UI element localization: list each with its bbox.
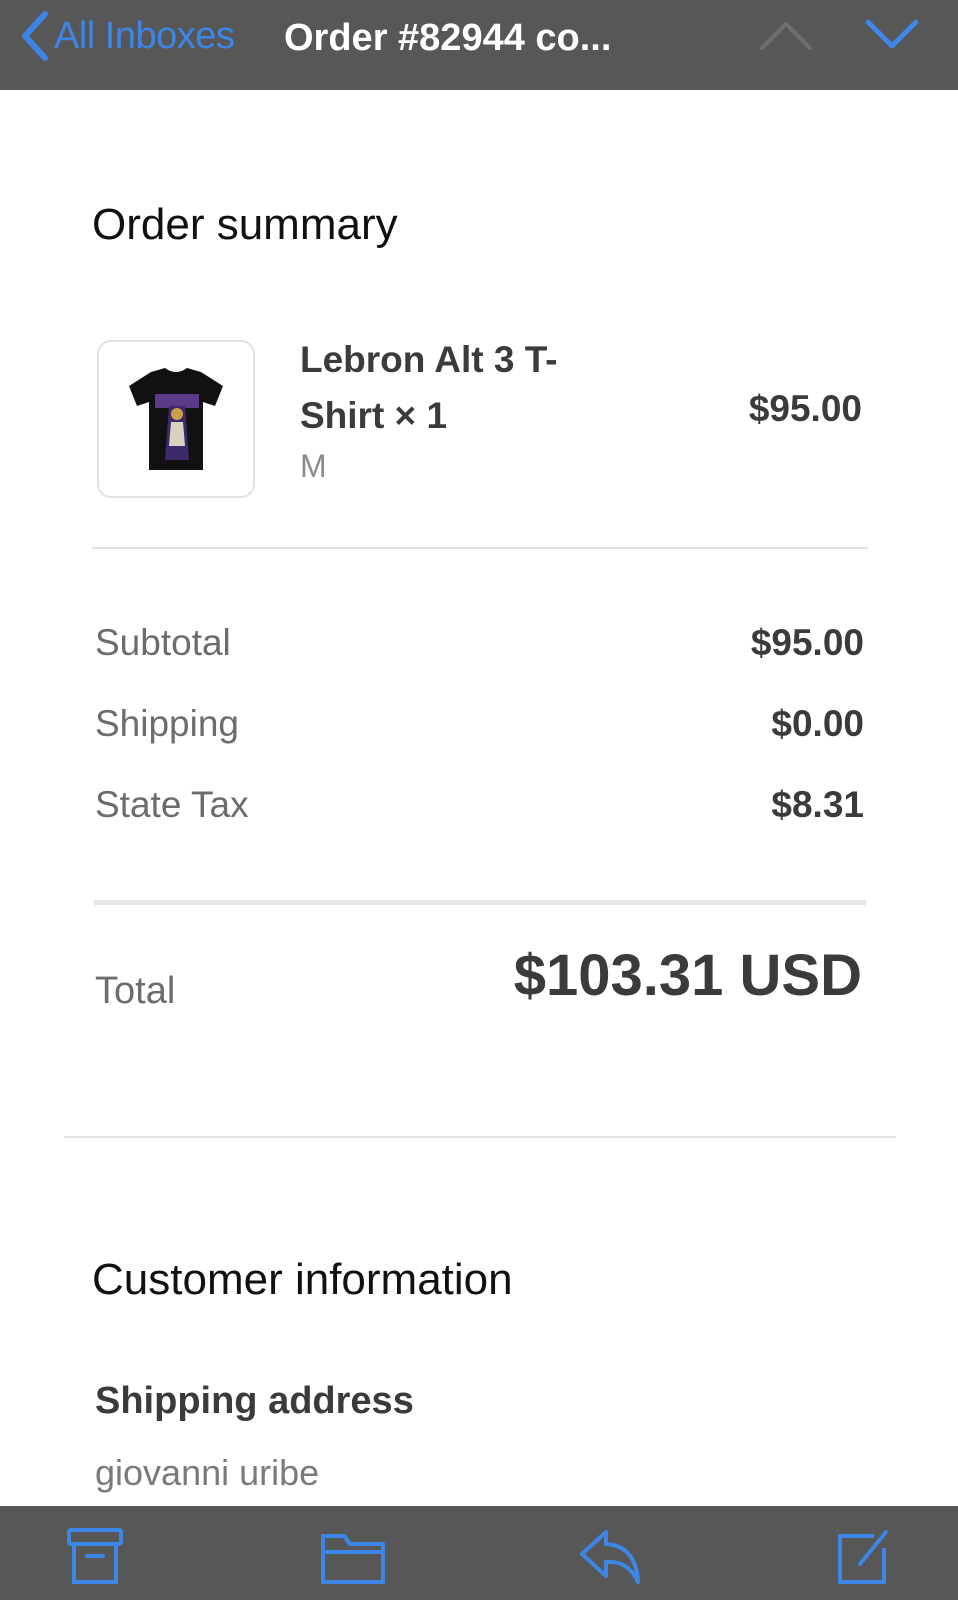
previous-message-button[interactable] [758, 14, 814, 59]
tshirt-image-icon [129, 368, 223, 470]
shipping-address-name: giovanni uribe [95, 1452, 320, 1493]
back-button[interactable]: All Inboxes [20, 6, 235, 66]
total-currency: USD [739, 943, 862, 1008]
move-to-folder-button[interactable] [320, 1526, 386, 1591]
divider [92, 547, 868, 549]
bottom-toolbar [0, 1506, 958, 1600]
email-body: Order summary Lebron Alt 3 T-Shirt × 1 M… [0, 90, 958, 1506]
state-tax-value: $8.31 [771, 784, 864, 825]
order-summary-title: Order summary [92, 200, 398, 249]
archive-button[interactable] [66, 1526, 124, 1591]
subtotal-label: Subtotal [95, 622, 231, 663]
customer-information-title: Customer information [92, 1255, 513, 1304]
folder-icon [321, 1534, 385, 1584]
shipping-label: Shipping [95, 703, 240, 744]
total-value: $103.31 [513, 943, 724, 1008]
shipping-value: $0.00 [771, 703, 864, 744]
chevron-down-icon [865, 19, 919, 49]
next-message-button[interactable] [864, 14, 920, 59]
product-thumbnail [97, 340, 255, 498]
compose-icon [838, 1530, 888, 1584]
divider [94, 900, 866, 905]
reply-icon [580, 1530, 640, 1584]
chevron-up-icon [760, 22, 812, 50]
reply-button[interactable] [578, 1526, 644, 1591]
product-price: $95.00 [748, 388, 862, 429]
back-button-label: All Inboxes [54, 14, 235, 57]
email-screen: All Inboxes Order #82944 co... Order sum… [0, 0, 958, 1600]
total-amount: $103.31 USD [514, 942, 862, 1009]
top-navigation-bar: All Inboxes Order #82944 co... [0, 0, 958, 90]
chevron-left-icon [22, 11, 48, 61]
product-variant: M [300, 448, 327, 484]
divider [64, 1136, 896, 1138]
archive-icon [67, 1528, 123, 1584]
product-name: Lebron Alt 3 T-Shirt × 1 [300, 339, 558, 436]
total-label: Total [95, 970, 176, 1012]
compose-button[interactable] [834, 1526, 894, 1591]
state-tax-label: State Tax [95, 784, 249, 825]
subtotal-value: $95.00 [750, 622, 864, 663]
shipping-address-heading: Shipping address [95, 1380, 414, 1422]
email-subject-title: Order #82944 co... [284, 17, 612, 59]
